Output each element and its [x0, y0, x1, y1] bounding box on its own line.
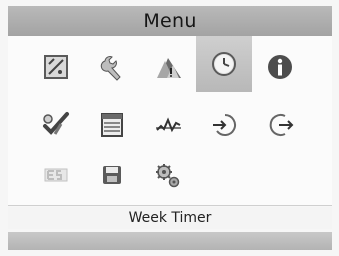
footer-bar	[8, 232, 332, 250]
menu-item-settings[interactable]	[140, 150, 196, 200]
gauge-square-icon	[44, 55, 68, 79]
menu-screen: Menu Week Timer	[0, 0, 339, 256]
calendar-table-icon	[101, 113, 123, 137]
menu-title: Menu	[143, 10, 197, 32]
wrench-icon	[100, 56, 121, 81]
menu-item-input[interactable]	[196, 100, 252, 150]
info-icon	[268, 55, 292, 79]
checkmark-tools-icon	[43, 112, 69, 135]
menu-item-service[interactable]	[84, 42, 140, 92]
menu-item-info[interactable]	[252, 42, 308, 92]
menu-grid	[8, 36, 332, 206]
menu-item-gauge[interactable]	[28, 42, 84, 92]
arrow-in-circle-icon	[213, 114, 236, 136]
es-icon	[44, 168, 68, 182]
save-icon	[103, 166, 121, 184]
menu-header: Menu	[8, 6, 332, 36]
menu-item-alarms[interactable]	[140, 42, 196, 92]
menu-item-save[interactable]	[84, 150, 140, 200]
menu-item-week-timer[interactable]	[196, 36, 252, 92]
gears-icon	[156, 164, 180, 188]
graph-line-icon	[156, 117, 181, 133]
triangle-warning-icon	[157, 58, 181, 78]
status-divider	[8, 205, 332, 206]
arrow-out-circle-icon	[269, 114, 294, 136]
menu-item-es[interactable]	[28, 150, 84, 200]
selected-item-label: Week Timer	[8, 207, 332, 229]
menu-item-output[interactable]	[252, 100, 308, 150]
menu-item-calendar[interactable]	[84, 100, 140, 150]
menu-item-check[interactable]	[28, 100, 84, 150]
menu-item-graph[interactable]	[140, 100, 196, 150]
clock-icon	[212, 52, 236, 76]
